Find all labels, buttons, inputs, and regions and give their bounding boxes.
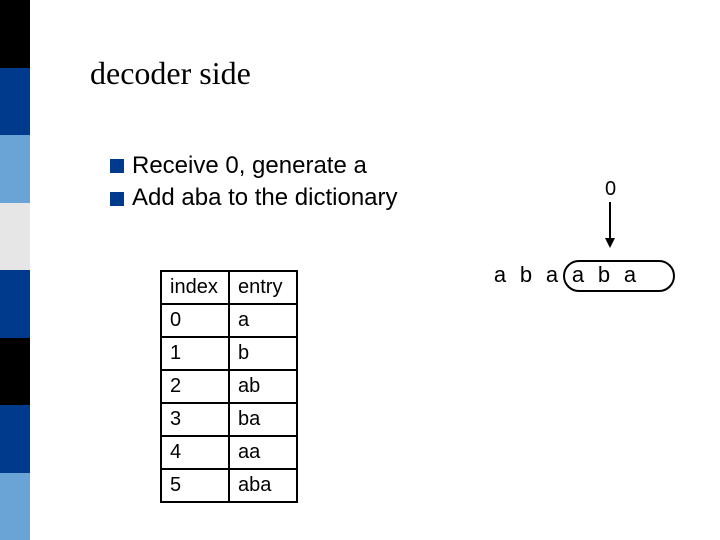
table-header-index: index <box>161 271 229 304</box>
decorative-stripe <box>0 0 30 540</box>
bullet-item: Add aba to the dictionary <box>110 182 398 214</box>
stripe-seg <box>0 270 30 338</box>
cell-entry: ba <box>229 403 297 436</box>
bullet-square-icon <box>110 159 124 173</box>
cell-entry: a <box>229 304 297 337</box>
cell-entry: aba <box>229 469 297 502</box>
table-header-entry: entry <box>229 271 297 304</box>
cell-entry: aa <box>229 436 297 469</box>
stripe-seg <box>0 473 30 540</box>
cell-index: 0 <box>161 304 229 337</box>
stripe-seg <box>0 68 30 136</box>
cell-entry: b <box>229 337 297 370</box>
bullet-square-icon <box>110 192 124 206</box>
cell-index: 3 <box>161 403 229 436</box>
bullet-text: Add aba to the dictionary <box>132 182 398 214</box>
pointer-label: 0 <box>605 178 616 201</box>
stripe-seg <box>0 0 30 68</box>
seq-char: b <box>513 262 539 288</box>
cell-entry: ab <box>229 370 297 403</box>
dictionary-table: index entry 0 a 1 b 2 ab 3 ba 4 aa 5 aba <box>160 270 298 503</box>
cell-index: 2 <box>161 370 229 403</box>
seq-char: a <box>487 262 513 288</box>
table-row: index entry <box>161 271 297 304</box>
table-row: 1 b <box>161 337 297 370</box>
table-row: 3 ba <box>161 403 297 436</box>
stripe-seg <box>0 405 30 473</box>
bullet-item: Receive 0, generate a <box>110 150 398 182</box>
slide-title: decoder side <box>90 55 251 92</box>
stripe-seg <box>0 135 30 203</box>
table-row: 4 aa <box>161 436 297 469</box>
down-arrow-icon <box>609 202 611 246</box>
stripe-seg <box>0 338 30 406</box>
cell-index: 5 <box>161 469 229 502</box>
stripe-seg <box>0 203 30 271</box>
table-row: 5 aba <box>161 469 297 502</box>
seq-char: a <box>539 262 565 288</box>
cell-index: 1 <box>161 337 229 370</box>
table-row: 0 a <box>161 304 297 337</box>
bullet-list: Receive 0, generate a Add aba to the dic… <box>110 150 398 215</box>
cell-index: 4 <box>161 436 229 469</box>
highlight-oval <box>563 260 675 292</box>
table-row: 2 ab <box>161 370 297 403</box>
bullet-text: Receive 0, generate a <box>132 150 367 182</box>
